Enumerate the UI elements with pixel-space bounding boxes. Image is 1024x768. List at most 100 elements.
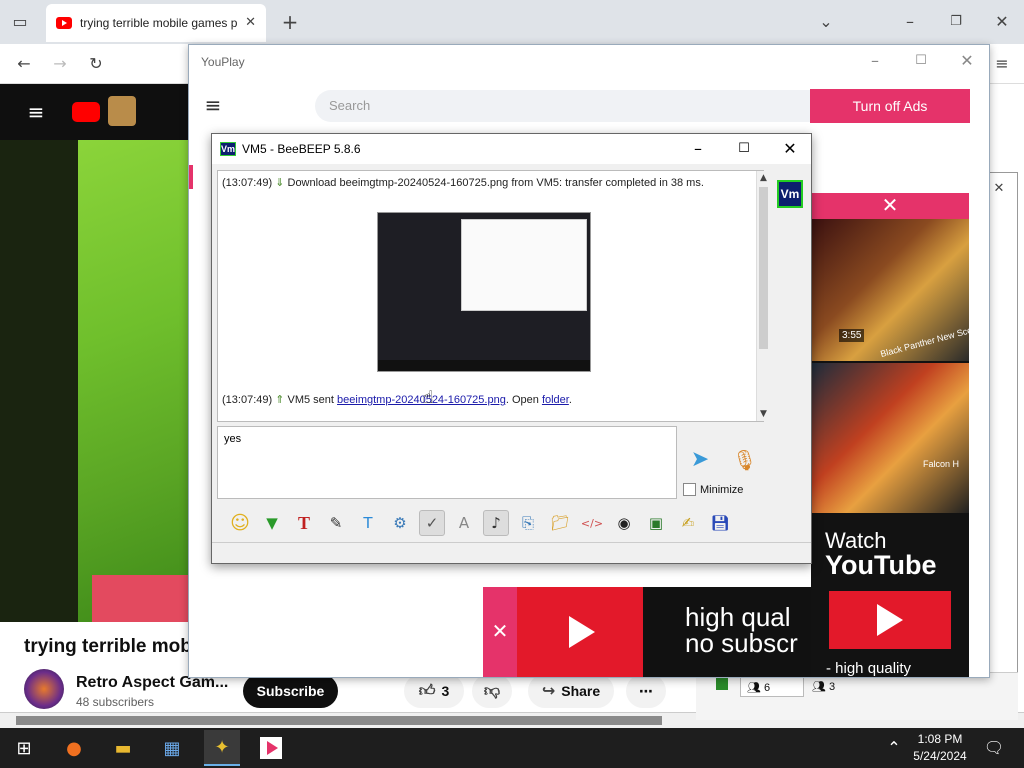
windows-start-icon[interactable]: ⊞ [6, 730, 42, 766]
chat-message-1: (13:07:49) ⇓ Download beeimgtmp-20240524… [222, 176, 704, 189]
youplay-maximize-icon[interactable]: ☐ [909, 49, 933, 73]
font-icon[interactable]: T [291, 510, 317, 536]
beebeep-close-icon[interactable]: ✕ [778, 137, 802, 161]
beebeep-titlebar: Vm VM5 - BeeBEEP 5.8.6 – ☐ ✕ [212, 134, 811, 164]
beebeep-statusbar [212, 542, 811, 563]
msg2-time: (13:07:49) [222, 394, 273, 406]
settings-icon[interactable]: ⚙ [387, 510, 413, 536]
avatar[interactable] [24, 669, 64, 709]
tab-close-icon[interactable]: ✕ [245, 11, 256, 35]
save-icon[interactable]: 💾︎ [707, 510, 733, 536]
video-green-area [78, 140, 190, 622]
green-square-icon[interactable] [716, 678, 728, 690]
note-icon[interactable]: ✍ [675, 510, 701, 536]
side-panel-footer: 👥︎ 6 👥︎ 3 [696, 672, 1018, 720]
message-input[interactable]: yes [217, 426, 677, 499]
tab-youtube[interactable]: trying terrible mobile games pt ✕ [46, 4, 266, 42]
minimize-label: Minimize [700, 484, 744, 496]
video-thumbnail-1[interactable]: 3:55 Black Panther New Sce [811, 219, 973, 361]
beebeep-maximize-icon[interactable]: ☐ [732, 137, 756, 161]
close-icon[interactable]: ✕ [990, 10, 1014, 34]
subscribe-button[interactable]: Subscribe [243, 674, 338, 708]
notification-icon[interactable]: 🗨︎ [982, 736, 1006, 760]
scrollbar-thumb[interactable] [16, 716, 662, 725]
youplay-close-icon[interactable]: ✕ [955, 49, 979, 73]
users-count-value: 6 [764, 682, 771, 694]
user-avatar[interactable]: Vm [777, 180, 803, 208]
tab-list-icon[interactable]: ▭ [8, 10, 32, 34]
minimize-icon[interactable]: – [898, 10, 922, 34]
firefox-icon[interactable]: ● [56, 730, 92, 766]
html-icon[interactable]: </> [579, 510, 605, 536]
chat-scrollbar[interactable]: ▲ ▼ [756, 171, 770, 421]
beebeep-minimize-icon[interactable]: – [686, 137, 710, 161]
video-thumbnail-2[interactable]: Falcon H [811, 363, 969, 513]
banner-close-button[interactable]: ✕ [483, 587, 517, 677]
back-icon[interactable]: ← [12, 52, 36, 76]
scroll-up-icon[interactable]: ▲ [757, 171, 770, 185]
hamburger-icon[interactable]: ≡ [24, 100, 48, 124]
chat-message-2: (13:07:49) ⇑ VM5 sent beeimgtmp-20240524… [222, 393, 572, 406]
hand-cursor-icon: ☝ [422, 387, 434, 408]
autocomplete-icon[interactable]: A [451, 510, 477, 536]
filter-icon[interactable]: T [355, 510, 381, 536]
dislike-button[interactable]: 👎︎ [472, 674, 512, 708]
tray-chevron-icon[interactable]: ⌃ [884, 736, 904, 760]
users-count[interactable]: 👥︎ 6 [740, 677, 804, 697]
forward-icon[interactable]: → [48, 52, 72, 76]
image-icon[interactable]: ▣ [643, 510, 669, 536]
new-tab-button[interactable]: + [278, 10, 302, 34]
screenshot-icon[interactable]: ◉ [611, 510, 637, 536]
banner-text: high qual no subscr [685, 604, 798, 656]
upload-icon: ⇑ [275, 394, 285, 406]
ad-panel-close-button[interactable]: ✕ [811, 193, 969, 219]
clock-date: 5/24/2024 [913, 749, 967, 763]
send-icon[interactable]: ➤ [684, 448, 716, 476]
color-picker-icon[interactable]: ✎ [323, 510, 349, 536]
scroll-down-icon[interactable]: ▼ [757, 407, 770, 421]
spellcheck-icon[interactable]: ✓ [419, 510, 445, 536]
video-dark-area [0, 140, 78, 622]
high-quality-text: - high quality [826, 660, 912, 677]
youplay-taskbar-icon[interactable] [253, 730, 289, 766]
folder-link[interactable]: folder [542, 394, 569, 406]
clock-time: 1:08 PM [917, 732, 963, 746]
send-folder-icon[interactable]: 📁︎ [547, 510, 573, 536]
banner-play-icon [517, 587, 643, 677]
youplay-menu-icon[interactable]: ≡ [201, 93, 225, 117]
file-explorer-icon[interactable]: ▬ [105, 730, 141, 766]
music-icon[interactable]: ♪ [483, 510, 509, 536]
emoticon-icon[interactable]: ☺ [227, 510, 253, 536]
clock[interactable]: 1:08 PM 5/24/2024 [908, 731, 972, 765]
restore-icon[interactable]: ❐ [944, 10, 968, 34]
share-button[interactable]: ↪ Share [528, 674, 614, 708]
chat-history[interactable]: (13:07:49) ⇓ Download beeimgtmp-20240524… [217, 170, 770, 422]
subscriber-count: 48 subscribers [76, 695, 155, 709]
scroll-thumb[interactable] [759, 187, 768, 349]
reload-icon[interactable]: ↻ [84, 52, 108, 76]
menu-icon[interactable]: ≡ [990, 52, 1014, 76]
group-icon: 👥︎ [812, 681, 826, 693]
video-title: trying terrible mobi [24, 636, 190, 657]
tab-title: trying terrible mobile games pt [80, 16, 238, 30]
youplay-minimize-icon[interactable]: – [863, 49, 887, 73]
youplay-search-input[interactable]: Search [315, 90, 811, 122]
video-pink-shape [92, 575, 190, 622]
send-file-icon[interactable]: ⎘ [515, 510, 541, 536]
green-arrow-icon[interactable]: ▼ [259, 510, 285, 536]
image-preview[interactable] [377, 212, 591, 372]
group-count[interactable]: 👥︎ 3 [808, 677, 850, 697]
turn-off-ads-button[interactable]: Turn off Ads [810, 89, 970, 123]
beebeep-taskbar-icon[interactable]: ✦ [204, 730, 240, 766]
like-button[interactable]: 👍︎ 3 [404, 674, 464, 708]
more-actions-button[interactable]: ⋯ [626, 674, 666, 708]
side-panel-close-icon[interactable]: ✕ [987, 177, 1011, 201]
store-icon[interactable]: ▦ [154, 730, 190, 766]
watch-youtube-text: Watch YouTube [825, 529, 936, 579]
minimize-checkbox[interactable] [683, 483, 696, 496]
tab-dropdown-icon[interactable]: ⌄ [814, 10, 838, 34]
microphone-icon[interactable]: 🎙︎ [732, 448, 757, 476]
thumb1-caption: Black Panther New Sce [879, 324, 974, 360]
youtube-logo-icon[interactable] [72, 102, 100, 122]
play-logo-icon[interactable] [829, 591, 951, 649]
